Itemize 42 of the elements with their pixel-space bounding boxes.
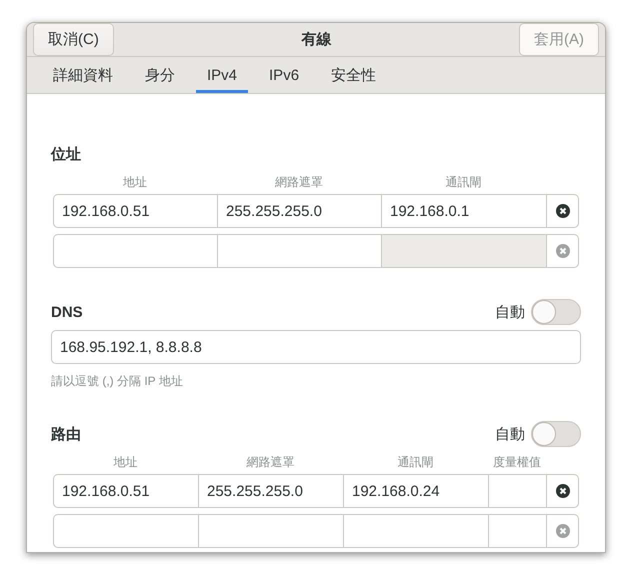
table-input-field[interactable] [488,474,546,508]
table-input-field[interactable] [343,514,488,548]
section-title: DNS [51,304,83,320]
table-input-field[interactable]: 192.168.0.24 [343,474,488,508]
table-input-field[interactable] [488,514,546,548]
tab[interactable]: IPv4 [196,57,248,93]
section-title: 路由 [51,424,81,444]
remove-icon [556,244,570,258]
table-input-field[interactable] [217,234,381,268]
column-heading: 網路遮罩 [274,174,324,191]
table-input-field[interactable]: 192.168.0.51 [53,474,198,508]
hint-text: 請以逗號 (,) 分隔 IP 地址 [51,373,184,390]
remove-icon [556,484,570,498]
dns-input-field[interactable]: 168.95.192.1, 8.8.8.8 [51,330,581,364]
auto-switch[interactable] [531,299,581,325]
auto-switch[interactable] [531,421,581,447]
tab[interactable]: 身分 [134,57,186,93]
table-input-field[interactable]: 255.255.255.0 [217,194,381,228]
column-heading: 度量權值 [492,454,542,471]
remove-icon [556,524,570,538]
tab[interactable]: IPv6 [258,57,310,93]
column-heading: 網路遮罩 [246,454,296,471]
column-heading: 通訊閘 [444,174,482,191]
section-title: 位址 [51,144,81,164]
table-input-field[interactable] [53,514,198,548]
tab[interactable]: 詳細資料 [42,57,124,93]
auto-label: 自動 [495,424,525,444]
table-input-field[interactable] [198,514,343,548]
table-input-field[interactable]: 192.168.0.51 [53,194,217,228]
window-title: 有線 [301,30,332,49]
column-heading: 通訊閘 [396,454,434,471]
table-input-field[interactable]: 192.168.0.1 [381,194,546,228]
column-heading: 地址 [112,454,138,471]
remove-icon [556,204,570,218]
table-input-field[interactable] [53,234,217,268]
cancel-button[interactable]: 取消(C) [33,23,114,56]
remove-button[interactable] [546,474,579,508]
tab[interactable]: 安全性 [320,57,388,93]
remove-button[interactable] [546,194,579,228]
table-input-field[interactable]: 255.255.255.0 [198,474,343,508]
column-heading: 地址 [122,174,148,191]
auto-label: 自動 [495,302,525,322]
